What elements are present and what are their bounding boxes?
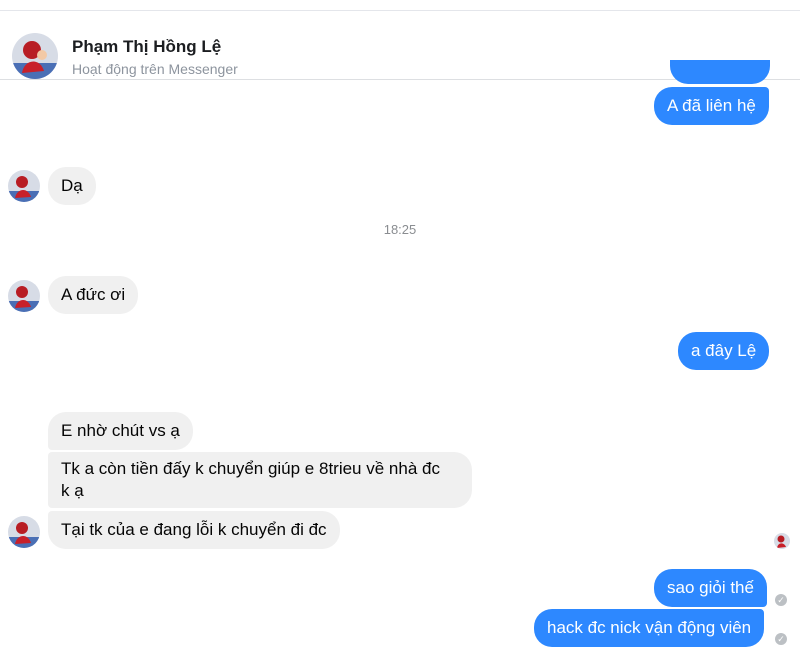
message-bubble-outgoing[interactable]: hack đc nick vận động viên [534,609,765,647]
message-line: k ạ [61,481,84,500]
message-bubble-outgoing[interactable]: sao giỏi thế [654,569,767,607]
message-bubble-outgoing-partial[interactable] [670,60,770,84]
contact-avatar-small[interactable] [8,280,40,312]
contact-avatar-small[interactable] [8,516,40,548]
contact-name[interactable]: Phạm Thị Hồng Lệ [72,37,221,57]
message-bubble-incoming[interactable]: Dạ [48,167,96,205]
message-bubble-outgoing[interactable]: A đã liên hệ [654,87,769,125]
check-circle-icon: ✓ [775,633,787,645]
seen-indicator-avatar [774,533,790,549]
check-circle-icon: ✓ [775,594,787,606]
message-bubble-incoming[interactable]: A đức ơi [48,276,139,314]
message-bubble-incoming[interactable]: Tại tk của e đang lỗi k chuyển đi đc [48,511,340,549]
message-line: Tk a còn tiền đấy k chuyển giúp e 8trieu… [61,459,440,478]
contact-avatar[interactable] [12,33,58,79]
contact-avatar-small[interactable] [8,170,40,202]
message-bubble-incoming-multiline[interactable]: Tk a còn tiền đấy k chuyển giúp e 8trieu… [48,452,472,508]
message-bubble-outgoing[interactable]: a đây Lệ [678,332,770,370]
active-status: Hoạt động trên Messenger [72,61,238,77]
message-timestamp: 18:25 [383,222,417,237]
message-bubble-incoming[interactable]: E nhờ chút vs ạ [48,412,193,450]
